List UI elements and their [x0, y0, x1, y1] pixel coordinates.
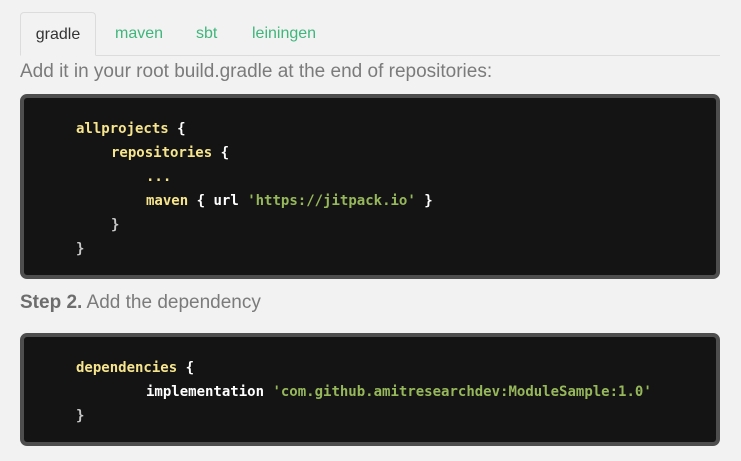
code-brace: } — [111, 217, 120, 233]
code-string: 'com.github.amitresearchdev:ModuleSample… — [272, 384, 652, 400]
package-manager-tabs: gradle maven sbt leiningen — [20, 12, 720, 56]
code-line: implementation 'com.github.amitresearchd… — [146, 382, 652, 402]
code-line: allprojects { — [76, 119, 186, 139]
code-brace: { — [185, 360, 195, 376]
code-keyword: maven — [146, 193, 189, 209]
code-keyword: repositories — [111, 145, 213, 161]
code-brace: } — [76, 408, 85, 424]
code-line: dependencies { — [76, 358, 194, 378]
dependencies-code-block: dependencies { implementation 'com.githu… — [20, 333, 720, 446]
code-line: maven { url 'https://jitpack.io' } — [146, 191, 433, 211]
step2-heading: Step 2. Add the dependency — [20, 289, 261, 317]
code-line: } — [111, 215, 119, 235]
code-keyword: allprojects — [76, 121, 169, 137]
code-keyword: implementation — [146, 384, 265, 400]
code-string: 'https://jitpack.io' — [247, 193, 416, 209]
tab-sbt[interactable]: sbt — [196, 12, 217, 55]
step1-instruction: Add it in your root build.gradle at the … — [20, 61, 493, 82]
code-line: } — [76, 406, 84, 426]
step-text: Add the dependency — [82, 292, 261, 313]
code-keyword: dependencies — [76, 360, 178, 376]
code-brace: } — [424, 193, 433, 209]
step-label: Step 2. — [20, 292, 83, 313]
code-brace: { — [196, 193, 206, 209]
code-line: repositories { — [111, 143, 229, 163]
tab-gradle[interactable]: gradle — [20, 12, 96, 56]
code-brace: { — [177, 121, 186, 137]
code-line: ... — [146, 167, 171, 187]
repositories-code-block: allprojects { repositories { ... maven {… — [20, 94, 720, 279]
code-line: } — [76, 239, 84, 259]
code-brace: { — [220, 145, 230, 161]
code-url-key: url — [213, 193, 239, 209]
tab-leiningen[interactable]: leiningen — [252, 12, 316, 55]
code-brace: } — [76, 241, 85, 257]
tab-maven[interactable]: maven — [115, 12, 163, 55]
code-ellipsis: ... — [146, 169, 172, 185]
